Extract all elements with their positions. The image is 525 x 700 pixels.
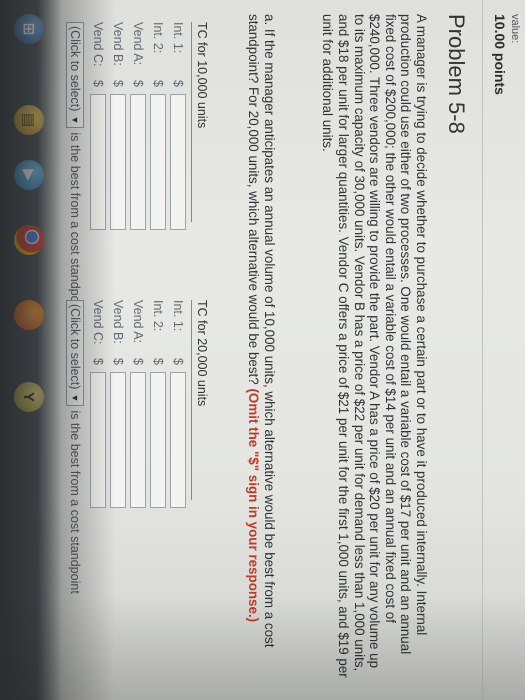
row-label: Int. 2: <box>151 300 165 332</box>
value-label: value: <box>509 14 521 44</box>
tc-10000-vendb-input[interactable] <box>110 94 126 230</box>
tc-20000-int1-input[interactable] <box>170 372 186 508</box>
row-label: Vend B: <box>111 22 125 66</box>
row-label: Vend B: <box>111 300 125 344</box>
row-label: Int. 1: <box>171 22 185 54</box>
tc-20000-best-row: (Click to select) ▼ is the best from a c… <box>66 300 84 594</box>
tc-20000-block: TC for 20,000 units Int. 1: $ Int. 2: $ … <box>66 300 209 594</box>
taskbar: ⊞ ▤ ▶ Y <box>0 0 62 700</box>
row-label: Vend A: <box>131 22 145 66</box>
tc-10000-row-vendb: Vend B: $ <box>108 22 128 316</box>
tc-10000-vendc-input[interactable] <box>90 94 106 230</box>
tc-20000-int2-input[interactable] <box>150 372 166 508</box>
tc-10000-block: TC for 10,000 units Int. 1: $ Int. 2: $ … <box>66 22 209 316</box>
chevron-down-icon: ▼ <box>70 115 80 125</box>
dollar-sign: $ <box>171 358 185 365</box>
tc-10000-row-venda: Vend A: $ <box>128 22 148 316</box>
dollar-sign: $ <box>111 358 125 365</box>
tc-10000-row-int1: Int. 1: $ <box>168 22 188 316</box>
row-label: Int. 2: <box>151 22 165 54</box>
question-instruction: (Omit the "$" sign in your response.) <box>246 388 262 623</box>
rotated-screen: value: 10.00 points Problem 5-8 A manage… <box>0 0 525 700</box>
tc-20000-row-vendc: Vend C: $ <box>88 300 108 594</box>
dollar-sign: $ <box>151 80 165 87</box>
row-label: Vend C: <box>91 22 105 67</box>
question-a: a. If the manager anticipates an annual … <box>246 14 277 679</box>
tc-10000-header: TC for 10,000 units <box>191 22 209 222</box>
problem-title: Problem 5-8 <box>444 14 469 134</box>
tc-10000-row-int2: Int. 2: $ <box>148 22 168 316</box>
tc-10000-venda-input[interactable] <box>130 94 146 230</box>
select-suffix: is the best from a cost standpoint <box>68 410 82 594</box>
firefox-icon[interactable] <box>14 300 44 330</box>
row-label: Vend C: <box>91 300 105 345</box>
dollar-sign: $ <box>131 358 145 365</box>
tc-20000-row-int2: Int. 2: $ <box>148 300 168 594</box>
row-label: Int. 1: <box>171 300 185 332</box>
select-suffix: is the best from a cost standpoint <box>68 132 82 316</box>
header-divider <box>482 0 483 700</box>
media-player-icon[interactable]: ▶ <box>14 160 44 190</box>
tc-10000-int1-input[interactable] <box>170 94 186 230</box>
dollar-sign: $ <box>131 80 145 87</box>
tc-20000-row-venda: Vend A: $ <box>128 300 148 594</box>
dollar-sign: $ <box>91 80 105 87</box>
tc-20000-best-select[interactable]: (Click to select) ▼ <box>66 300 84 407</box>
file-explorer-icon[interactable]: ▤ <box>14 105 44 135</box>
dollar-sign: $ <box>111 80 125 87</box>
tc-20000-venda-input[interactable] <box>130 372 146 508</box>
chevron-down-icon: ▼ <box>70 393 80 403</box>
dollar-sign: $ <box>151 358 165 365</box>
dollar-sign: $ <box>171 80 185 87</box>
problem-statement: A manager is trying to decide whether to… <box>320 14 429 678</box>
tc-10000-best-select[interactable]: (Click to select) ▼ <box>66 22 84 129</box>
tc-20000-row-int1: Int. 1: $ <box>168 300 188 594</box>
tc-20000-vendb-input[interactable] <box>110 372 126 508</box>
dollar-sign: $ <box>91 358 105 365</box>
cursor-app-icon[interactable]: Y <box>14 382 44 412</box>
windows-start-icon[interactable]: ⊞ <box>14 14 44 44</box>
value-block: value: 10.00 points <box>492 14 521 95</box>
chrome-icon[interactable] <box>14 225 44 255</box>
tc-20000-vendc-input[interactable] <box>90 372 106 508</box>
tc-20000-row-vendb: Vend B: $ <box>108 300 128 594</box>
select-label: (Click to select) <box>68 304 82 390</box>
row-label: Vend A: <box>131 300 145 344</box>
tc-20000-header: TC for 20,000 units <box>191 300 209 500</box>
tc-10000-int2-input[interactable] <box>150 94 166 230</box>
tc-10000-row-vendc: Vend C: $ <box>88 22 108 316</box>
points-value: 10.00 points <box>492 14 508 95</box>
tc-10000-best-row: (Click to select) ▼ is the best from a c… <box>66 22 84 316</box>
select-label: (Click to select) <box>68 26 82 112</box>
